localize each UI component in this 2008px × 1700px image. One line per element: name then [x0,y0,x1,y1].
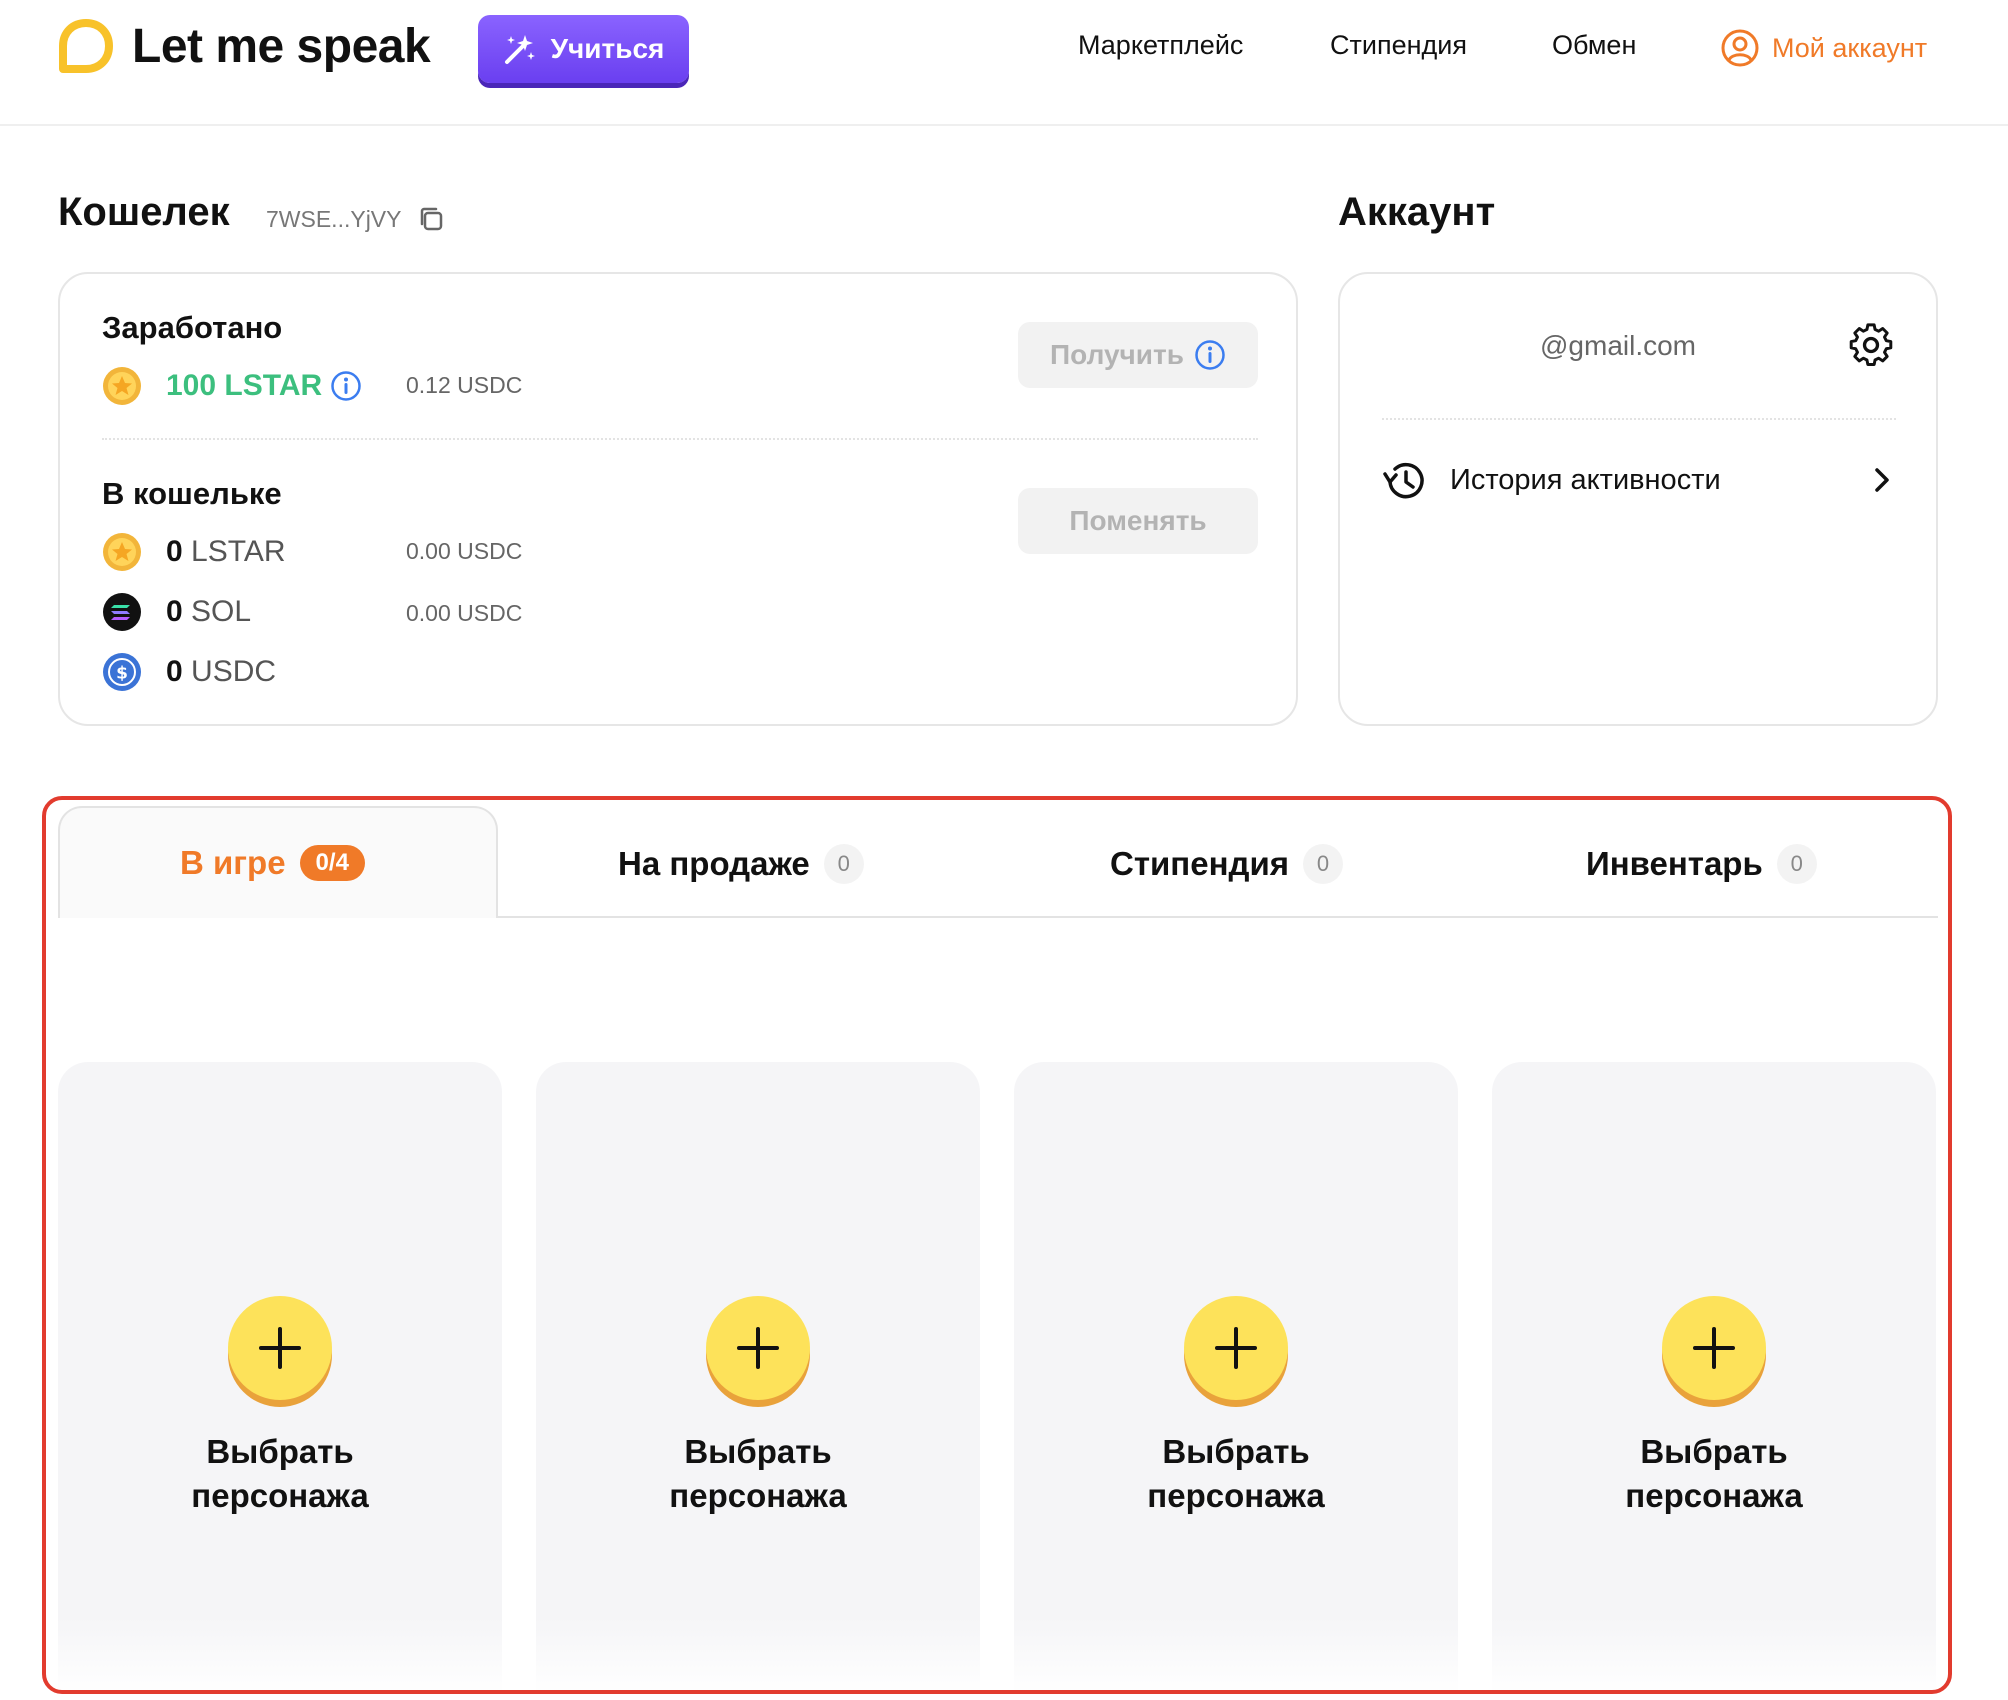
wallet-address: 7WSE...YjVY [266,205,445,233]
wallet-title: Кошелек [58,190,230,234]
highlight-frame [42,796,1952,1694]
earned-row: 100 LSTAR [102,366,362,406]
account-divider [1382,418,1896,420]
balance-unit: SOL [191,595,252,628]
nav-exchange[interactable]: Обмен [1552,30,1636,61]
nav-scholarship[interactable]: Стипендия [1330,30,1467,61]
info-icon[interactable] [330,370,362,402]
swap-button[interactable]: Поменять [1018,488,1258,554]
claim-button[interactable]: Получить [1018,322,1258,388]
earned-amount: 100 LSTAR [166,369,323,402]
account-card: @gmail.com История активности [1338,272,1938,726]
copy-icon[interactable] [417,205,445,233]
activity-history-label: История активности [1450,464,1721,496]
claim-button-label: Получить [1050,339,1184,370]
brand-name: Let me speak [132,19,431,73]
balance-row-usdc: $ 0 USDC [102,652,276,692]
info-icon [1195,340,1225,370]
account-title: Аккаунт [1338,190,1496,234]
earned-usdc: 0.12 USDC [406,372,523,398]
history-icon [1383,462,1424,499]
chevron-right-icon [1875,468,1889,492]
wallet-divider [102,438,1258,440]
balance-row-lstar: 0 LSTAR [102,532,286,572]
lstar-coin-icon [103,367,141,405]
top-header: Let me speak Учиться Маркетплейс Стипенд… [0,0,2008,126]
learn-button[interactable]: Учиться [478,15,689,83]
nav-my-account-label: Мой аккаунт [1772,32,1928,63]
balance-usdc-sol: 0.00 USDC [406,600,523,626]
swap-button-label: Поменять [1069,505,1207,536]
balance-amount: 0 [166,595,183,628]
wallet-card: Заработано 100 LSTAR 0.12 USDC Получить … [58,272,1298,726]
activity-history-row[interactable]: История активности [1380,452,1900,522]
gear-icon[interactable] [1848,322,1894,368]
nav-marketplace[interactable]: Маркетплейс [1078,30,1243,61]
logo-bubble-icon [59,19,113,73]
in-wallet-label: В кошельке [102,476,282,511]
nav-my-account[interactable]: Мой аккаунт [1720,28,1927,68]
balance-amount: 0 [166,535,183,568]
account-email: @gmail.com [1540,330,1697,361]
usdc-coin-icon: $ [103,653,141,691]
wallet-address-text: 7WSE...YjVY [266,205,402,232]
learn-button-label: Учиться [550,33,665,64]
balance-usdc-lstar: 0.00 USDC [406,538,523,564]
magic-wand-icon [504,35,535,64]
balance-unit: LSTAR [191,535,286,568]
balance-row-sol: 0 SOL [102,592,251,632]
lstar-coin-icon [103,533,141,571]
svg-text:$: $ [116,664,128,684]
earned-label: Заработано [102,310,283,345]
user-icon [1721,29,1759,67]
brand-logo[interactable]: Let me speak [58,18,431,74]
balance-amount: 0 [166,655,183,688]
balance-unit: USDC [191,655,277,688]
sol-coin-icon [103,593,141,631]
